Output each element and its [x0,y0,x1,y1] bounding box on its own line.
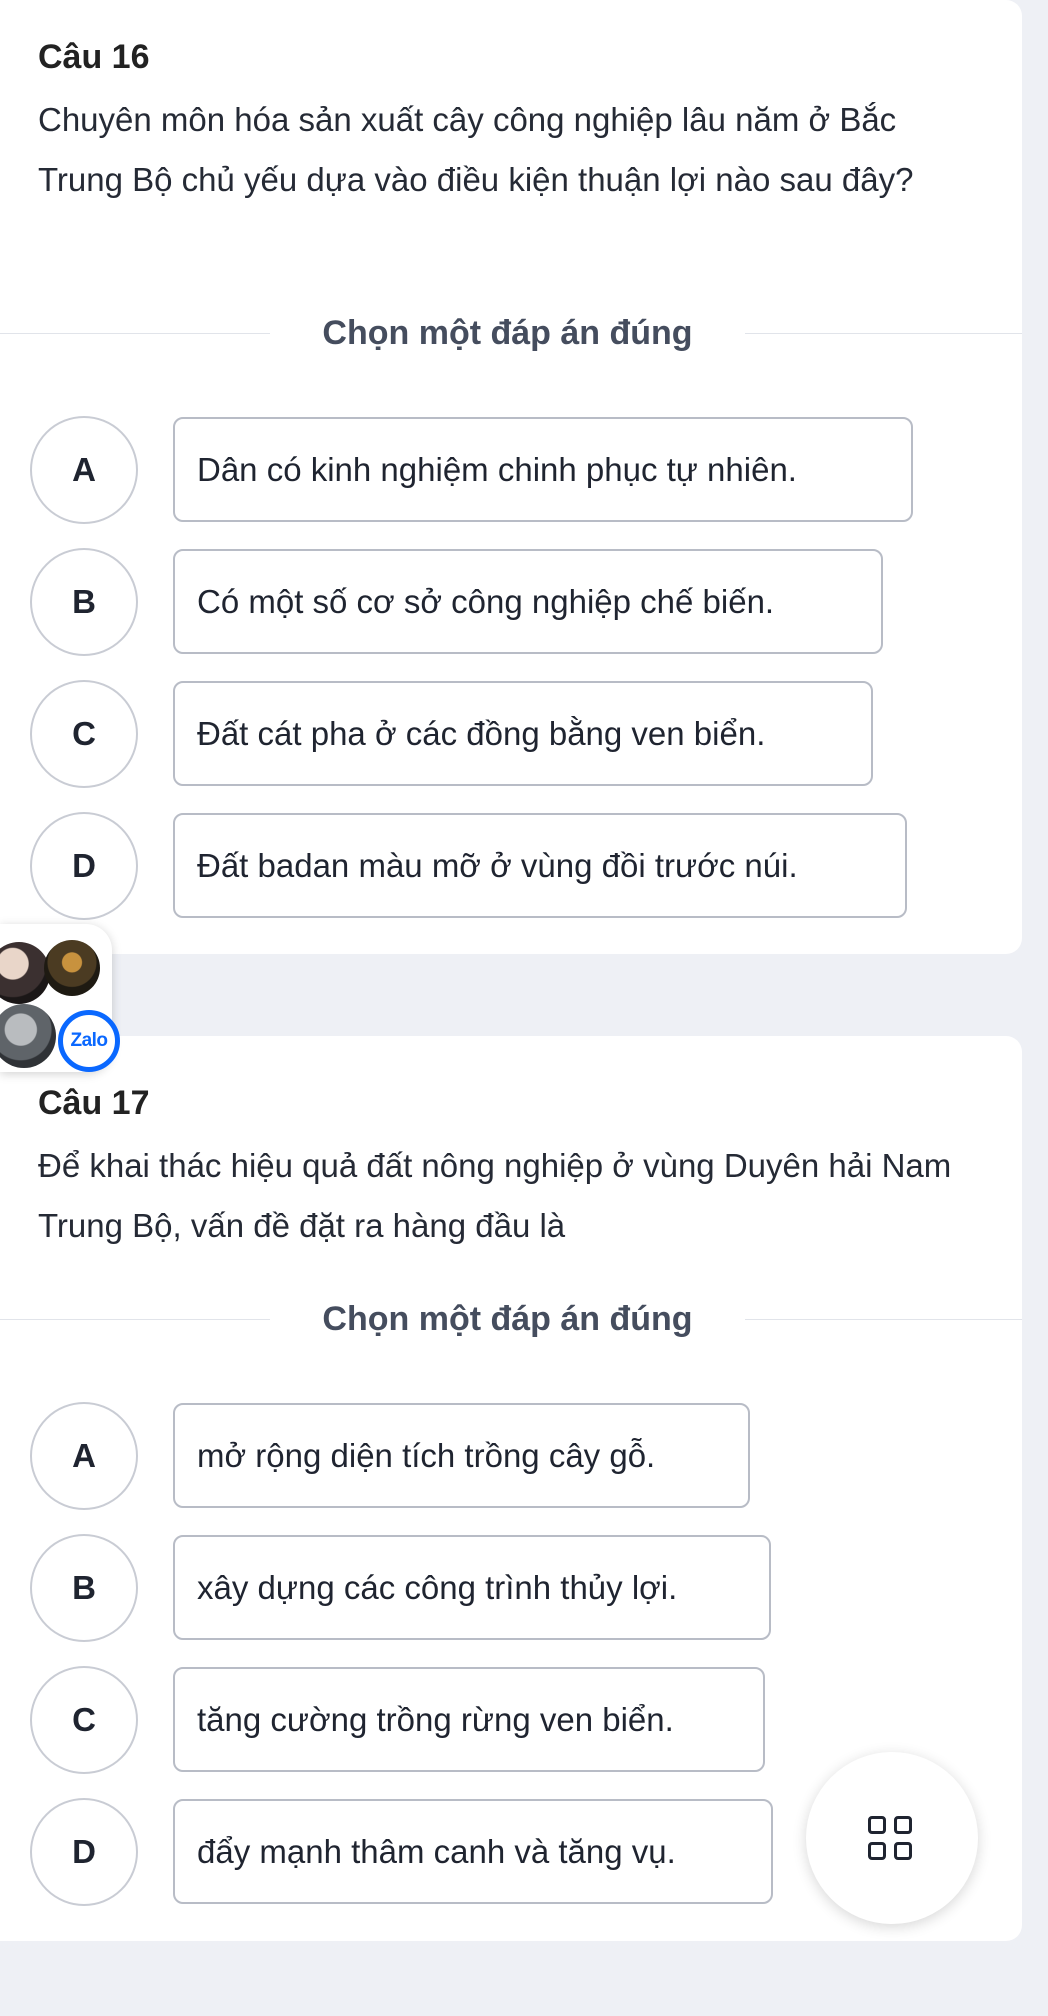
option-answer-box[interactable]: đẩy mạnh thâm canh và tăng vụ. [173,1799,773,1904]
option-letter[interactable]: C [30,1666,138,1774]
option-answer-box[interactable]: Có một số cơ sở công nghiệp chế biến. [173,549,883,654]
option-letter[interactable]: D [30,1798,138,1906]
divider-line [745,1319,1022,1320]
answer-divider: Chọn một đáp án đúng [0,1296,1022,1342]
option-answer-box[interactable]: mở rộng diện tích trồng cây gỗ. [173,1403,750,1508]
instruction-label: Chọn một đáp án đúng [322,314,693,352]
answer-divider: Chọn một đáp án đúng [0,310,1022,356]
option-letter[interactable]: B [30,1534,138,1642]
divider-line [0,333,270,334]
zalo-chat-widget[interactable]: Zalo [0,924,120,1072]
option-letter[interactable]: A [30,1402,138,1510]
question-card-16: Câu 16 Chuyên môn hóa sản xuất cây công … [0,0,1022,954]
avatar [0,1004,56,1068]
option-letter[interactable]: D [30,812,138,920]
divider-line [745,333,1022,334]
zalo-logo[interactable]: Zalo [58,1010,120,1072]
instruction-label: Chọn một đáp án đúng [322,1300,693,1338]
avatar [44,940,100,996]
question-text: Để khai thác hiệu quả đất nông nghiệp ở … [38,1147,952,1244]
option-answer-box[interactable]: Đất cát pha ở các đồng bằng ven biển. [173,681,873,786]
option-answer-box[interactable]: Đất badan màu mỡ ở vùng đồi trước núi. [173,813,907,918]
avatar [0,942,50,1004]
option-answer-box[interactable]: xây dựng các công trình thủy lợi. [173,1535,771,1640]
option-letter[interactable]: B [30,548,138,656]
question-text: Chuyên môn hóa sản xuất cây công nghiệp … [38,101,914,198]
option-answer-box[interactable]: Dân có kinh nghiệm chinh phục tự nhiên. [173,417,913,522]
question-title: Câu 16 [38,38,150,76]
divider-line [0,1319,270,1320]
zalo-logo-label: Zalo [70,1030,108,1051]
question-title: Câu 17 [38,1084,150,1122]
option-answer-box[interactable]: tăng cường trồng rừng ven biển. [173,1667,765,1772]
option-letter[interactable]: A [30,416,138,524]
grid-menu-button[interactable] [806,1752,978,1924]
option-letter[interactable]: C [30,680,138,788]
